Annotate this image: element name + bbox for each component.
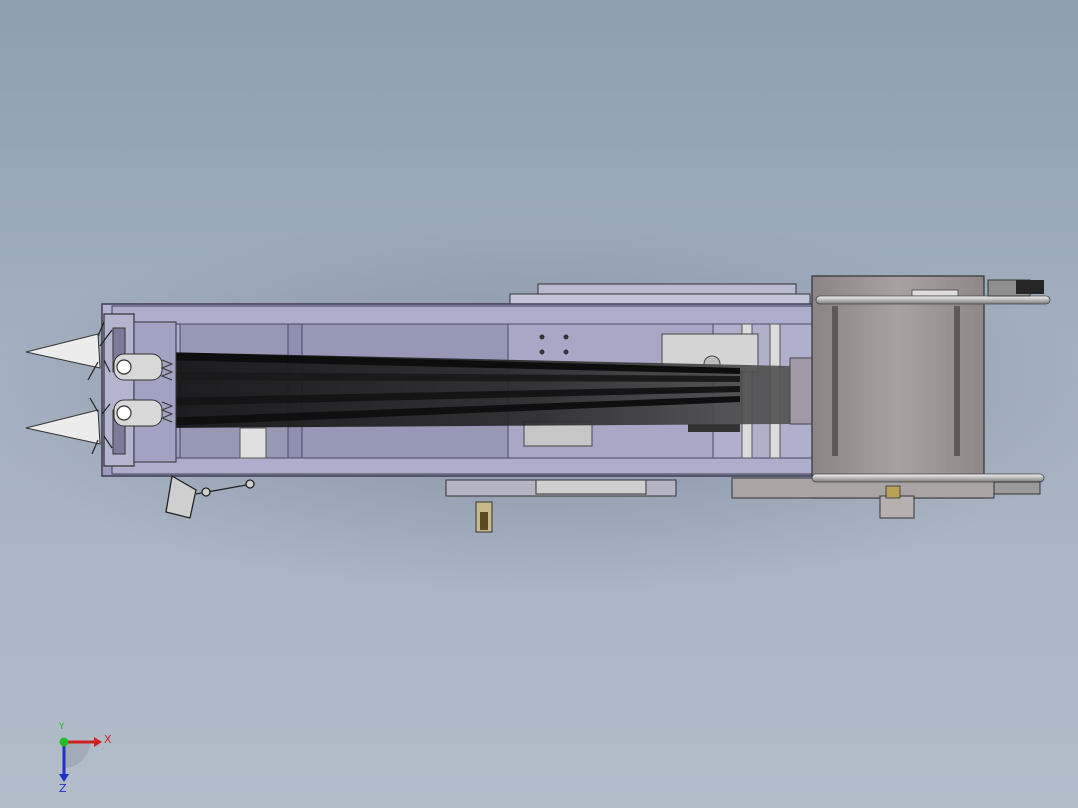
- small-pulley: [239, 427, 267, 459]
- cad-viewport[interactable]: [0, 0, 1078, 808]
- bottom-shaft: [480, 512, 488, 530]
- tank-top-plate: [911, 289, 959, 297]
- lower-bracket-2: [688, 424, 740, 432]
- roller-lower-hub: [116, 405, 132, 421]
- tank-slot-left: [832, 306, 838, 456]
- x-axis-label: X: [104, 733, 112, 746]
- y-axis-dot: [59, 737, 69, 747]
- tank-foot: [879, 495, 915, 519]
- triad-shading: [64, 742, 90, 768]
- bottom-pulleys: [535, 479, 647, 495]
- mount-hole: [539, 349, 545, 355]
- guide-rod-bottom: [811, 473, 1045, 483]
- tank-foot-fitting: [885, 485, 901, 499]
- guide-rod-top: [815, 295, 1051, 305]
- mount-hole: [563, 349, 569, 355]
- tank-slot-right: [954, 306, 960, 456]
- frame-top-rail: [111, 305, 813, 325]
- machine-model[interactable]: [25, 275, 1051, 533]
- rod-clamp-end: [1016, 280, 1044, 294]
- top-guide-rail: [537, 283, 797, 295]
- head-plate: [133, 321, 177, 463]
- roller-upper-hub: [116, 359, 132, 375]
- rod-clamp-bottom: [993, 481, 1041, 495]
- mount-hole: [539, 334, 545, 340]
- y-axis-label: Y: [59, 722, 65, 732]
- x-axis-arrow: [94, 737, 102, 747]
- z-axis-label: Z: [59, 782, 67, 795]
- frame-bottom-rail: [111, 457, 813, 475]
- mount-hole: [563, 334, 569, 340]
- orientation-triad[interactable]: X Y Z: [50, 722, 120, 798]
- z-axis-arrow: [59, 774, 69, 782]
